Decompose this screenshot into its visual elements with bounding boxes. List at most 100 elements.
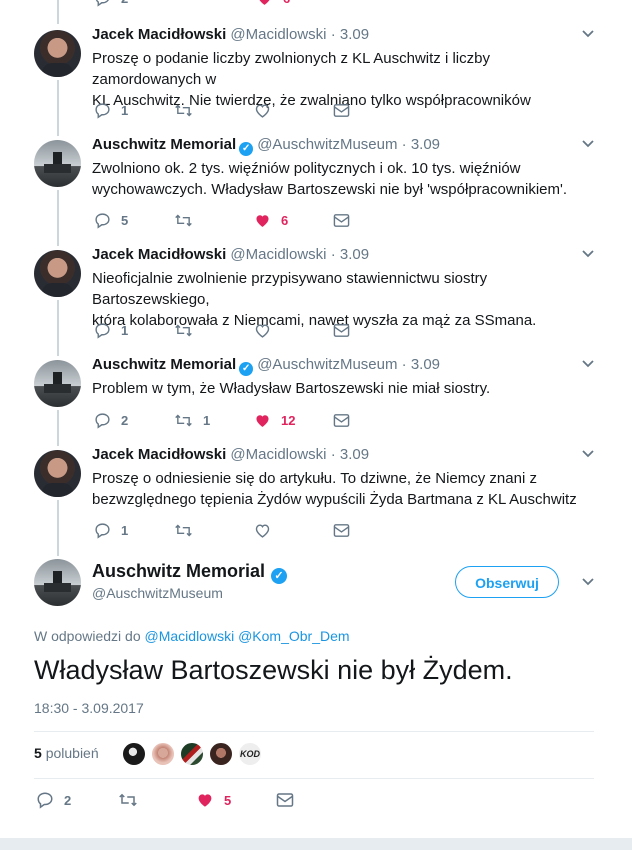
tweet-text-line: Problem w tym, że Władysław Bartoszewski…	[92, 380, 491, 397]
message-button[interactable]	[333, 520, 350, 540]
thread-line	[57, 80, 59, 136]
like-button[interactable]: 6	[256, 0, 290, 8]
verified-badge-icon: ✓	[239, 142, 254, 156]
chevron-down-icon[interactable]	[582, 30, 594, 42]
retweet-button[interactable]	[174, 320, 203, 340]
verified-badge-icon: ✓	[239, 362, 254, 376]
tweet-actions: 1	[92, 100, 362, 120]
liker-avatar[interactable]	[179, 741, 205, 767]
like-button[interactable]	[254, 100, 281, 120]
avatar[interactable]	[34, 250, 81, 297]
heart-icon	[254, 522, 271, 539]
message-button[interactable]	[333, 100, 350, 120]
tweet-date[interactable]: 3.09	[340, 246, 369, 263]
chevron-down-icon[interactable]	[582, 578, 594, 590]
mention-link[interactable]: @Macidlowski	[145, 628, 235, 644]
tweet-date[interactable]: 3.09	[411, 136, 440, 153]
author-name[interactable]: Auschwitz Memorial	[92, 136, 236, 153]
retweet-button[interactable]	[174, 520, 203, 540]
tweet-header: Auschwitz Memorial ✓ @AuschwitzMuseum · 3.…	[92, 136, 440, 156]
main-author-name[interactable]: Auschwitz Memorial ✓	[92, 561, 291, 584]
main-author-handle[interactable]: @AuschwitzMuseum	[92, 585, 223, 601]
reply-icon	[94, 0, 111, 7]
mention-link[interactable]: @Kom_Obr_Dem	[238, 628, 349, 644]
tweet-timestamp[interactable]: 18:30 - 3.09.2017	[34, 700, 144, 716]
heart-icon	[254, 322, 271, 339]
author-handle[interactable]: @AuschwitzMuseum	[257, 356, 397, 373]
author-handle[interactable]: @AuschwitzMuseum	[257, 136, 397, 153]
tweet-text-line: bezwzględnego tępienia Żydów wypuścili Ż…	[92, 491, 577, 508]
chevron-down-icon[interactable]	[582, 250, 594, 262]
heart-icon	[196, 791, 214, 809]
reply-context: W odpowiedzi do @Macidlowski @Kom_Obr_De…	[34, 628, 350, 644]
liker-avatar[interactable]	[208, 741, 234, 767]
reply-icon	[94, 212, 111, 229]
likes-count: 5	[34, 745, 42, 761]
reply-button[interactable]: 1	[94, 320, 128, 340]
like-button[interactable]	[254, 520, 281, 540]
tweet-date[interactable]: 3.09	[340, 446, 369, 463]
retweet-button[interactable]	[174, 100, 203, 120]
liker-avatar[interactable]	[121, 741, 147, 767]
likes-summary[interactable]: 5 polubień	[34, 745, 99, 761]
avatar[interactable]	[34, 559, 81, 606]
reply-count: 1	[121, 322, 129, 338]
chevron-down-icon[interactable]	[582, 360, 594, 372]
avatar[interactable]	[34, 360, 81, 407]
reply-count: 1	[121, 522, 129, 538]
tweet-header: Auschwitz Memorial ✓ @AuschwitzMuseum · 3.…	[92, 356, 440, 376]
like-count: 6	[283, 0, 290, 6]
reply-button[interactable]: 1	[94, 100, 128, 120]
author-handle[interactable]: @Macidlowski	[230, 246, 326, 263]
main-tweet-text: Władysław Bartoszewski nie był Żydem.	[34, 655, 513, 685]
follow-button[interactable]: Obserwuj	[455, 566, 559, 598]
tweet-header: Jacek Macidłowski @Macidlowski · 3.09	[92, 446, 369, 463]
tweet-date[interactable]: 3.09	[411, 356, 440, 373]
like-button[interactable]: 6	[254, 210, 288, 230]
author-name[interactable]: Auschwitz Memorial	[92, 356, 236, 373]
message-button[interactable]	[333, 210, 350, 230]
chevron-down-icon[interactable]	[582, 450, 594, 462]
tweet-text-line: Zwolniono ok. 2 tys. więźniów polityczny…	[92, 160, 521, 177]
tweet-date[interactable]: 3.09	[340, 26, 369, 43]
reply-button[interactable]: 2	[36, 790, 71, 810]
retweet-button[interactable]: 1	[174, 410, 210, 430]
message-button[interactable]	[333, 410, 350, 430]
separator-dot: ·	[330, 246, 336, 263]
author-name[interactable]: Jacek Macidłowski	[92, 246, 226, 263]
avatar[interactable]	[34, 140, 81, 187]
reply-button[interactable]: 5	[94, 210, 128, 230]
heart-icon	[254, 412, 271, 429]
avatar[interactable]	[34, 450, 81, 497]
retweet-icon	[174, 102, 193, 119]
reply-button[interactable]: 1	[94, 520, 128, 540]
tweet-actions: 2 1 12	[92, 410, 362, 430]
retweet-icon	[174, 212, 193, 229]
reply-prefix: W odpowiedzi do	[34, 628, 141, 644]
liker-avatar[interactable]: KOD	[237, 741, 263, 767]
author-name[interactable]: Jacek Macidłowski	[92, 26, 226, 43]
message-button[interactable]	[276, 790, 294, 810]
retweet-button[interactable]	[174, 210, 203, 230]
separator-dot: ·	[401, 356, 407, 373]
tweet-actions: 1	[92, 520, 362, 540]
thread-line	[57, 500, 59, 556]
reply-button[interactable]: 2	[94, 0, 128, 8]
avatar[interactable]	[34, 30, 81, 77]
like-button[interactable]	[254, 320, 281, 340]
reply-icon	[94, 522, 111, 539]
thread-line	[57, 300, 59, 356]
liker-avatar[interactable]	[150, 741, 176, 767]
like-button[interactable]: 5	[196, 790, 231, 810]
message-button[interactable]	[333, 320, 350, 340]
author-handle[interactable]: @Macidlowski	[230, 26, 326, 43]
author-name[interactable]: Jacek Macidłowski	[92, 446, 226, 463]
author-handle[interactable]: @Macidlowski	[230, 446, 326, 463]
retweet-button[interactable]	[118, 790, 138, 810]
chevron-down-icon[interactable]	[582, 140, 594, 152]
retweet-icon	[174, 322, 193, 339]
author-name[interactable]: Auschwitz Memorial	[92, 561, 265, 581]
like-button[interactable]: 12	[254, 410, 295, 430]
liker-badge-text: KOD	[240, 749, 260, 759]
reply-button[interactable]: 2	[94, 410, 128, 430]
